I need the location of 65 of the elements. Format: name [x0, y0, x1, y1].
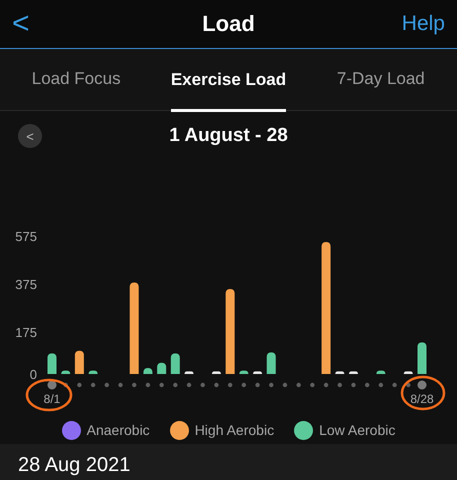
bar — [253, 372, 262, 374]
day-dot — [64, 383, 68, 388]
bar — [170, 354, 180, 374]
day-dot — [351, 383, 356, 388]
day-dot — [378, 383, 384, 388]
legend-label: High Aerobic — [194, 421, 274, 440]
legend-label: Anaerobic — [86, 421, 150, 440]
highlight-circle — [400, 376, 446, 411]
day-dot — [324, 383, 328, 388]
day-dot — [228, 383, 232, 388]
period-title: 1 August - 28 — [169, 124, 288, 148]
bar — [48, 354, 56, 374]
day-dot — [364, 383, 370, 388]
day-dot — [338, 383, 342, 388]
day-dot — [310, 383, 315, 388]
previous-period-button[interactable]: < — [18, 124, 42, 148]
day-dot — [186, 383, 192, 388]
day-dot — [90, 383, 96, 388]
day-dot — [146, 383, 150, 388]
day-dot — [406, 383, 410, 388]
date-handle[interactable] — [418, 380, 426, 390]
bar — [376, 370, 386, 374]
day-dot — [214, 383, 219, 388]
back-button[interactable]: < — [8, 8, 68, 39]
bar — [239, 370, 248, 374]
day-dot — [269, 383, 274, 388]
y-axis-label: 175 — [15, 325, 37, 340]
day-dot — [282, 383, 288, 388]
bar — [61, 370, 70, 374]
tab[interactable]: Load Focus — [0, 48, 152, 110]
bar — [74, 351, 84, 374]
bar — [266, 352, 276, 374]
day-dot — [200, 383, 205, 388]
tab[interactable]: 7-Day Load — [304, 48, 457, 110]
day-dot — [296, 383, 301, 388]
page-title: Load — [202, 10, 255, 38]
y-axis-label: 0 — [30, 367, 37, 382]
tab[interactable]: Exercise Load — [152, 48, 305, 110]
detail-date: 28 Aug 2021 — [18, 454, 130, 476]
highlight-circle — [26, 379, 72, 412]
y-axis-label: 375 — [15, 277, 37, 292]
day-dot — [392, 383, 397, 388]
bar — [184, 372, 194, 374]
x-axis-label: 8/1 — [44, 392, 60, 406]
day-dot — [159, 383, 164, 388]
bar — [418, 342, 426, 374]
bar — [348, 372, 358, 374]
bar — [143, 368, 152, 374]
date-handle[interactable] — [48, 380, 56, 390]
bar — [335, 372, 344, 374]
day-dot — [77, 383, 82, 388]
day-dot — [104, 383, 110, 388]
help-link[interactable]: Help — [389, 8, 449, 40]
bar — [157, 363, 166, 374]
day-dot — [173, 383, 178, 388]
day-dot — [242, 383, 246, 388]
day-dot — [255, 383, 260, 388]
bar — [404, 372, 413, 374]
y-axis-label: 575 — [15, 229, 37, 244]
bar — [212, 372, 221, 374]
x-axis-label: 8/28 — [410, 392, 434, 406]
day-dot — [132, 383, 136, 388]
legend-label: Low Aerobic — [319, 421, 396, 440]
bar — [88, 370, 98, 374]
day-dot — [118, 383, 123, 388]
